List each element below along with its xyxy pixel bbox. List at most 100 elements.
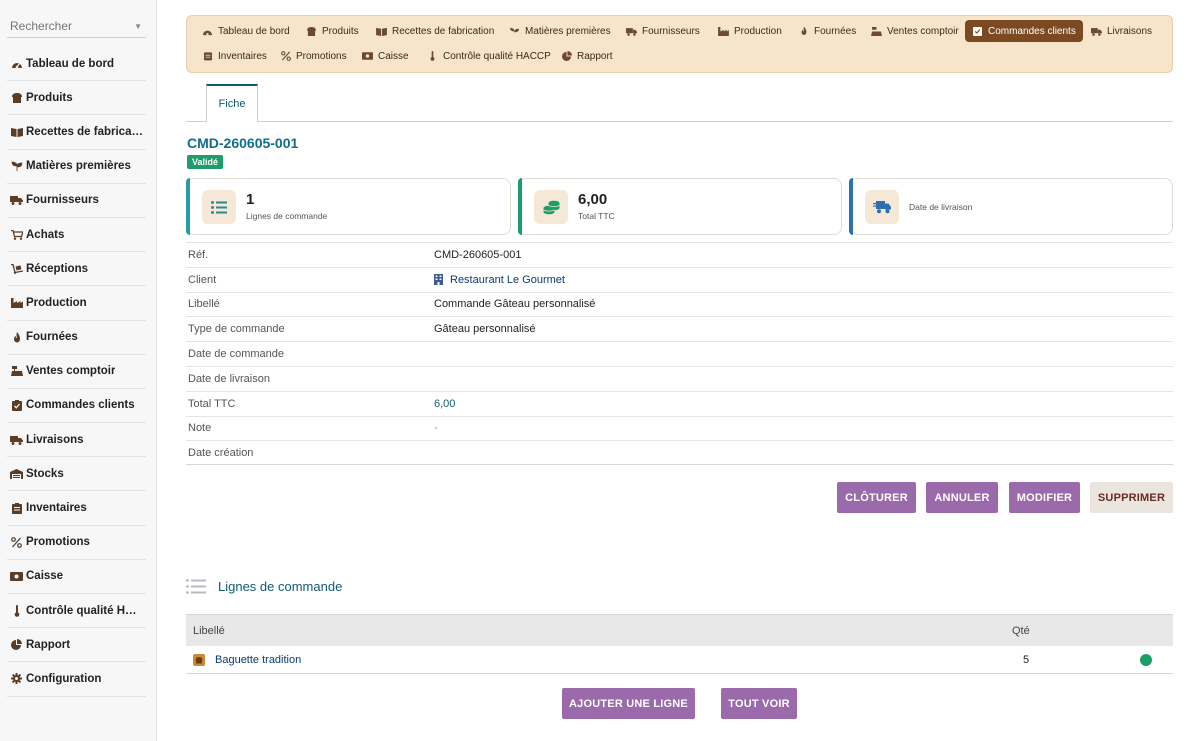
topnav-item-label: Ventes comptoir [887,25,959,37]
search-input[interactable] [10,19,125,33]
field-label: Date de commande [188,348,284,361]
line-product-link[interactable]: Baguette tradition [215,654,301,666]
sidebar-item-production[interactable]: Production [7,286,146,321]
field-label: Date de livraison [188,372,270,385]
sidebar-item-controle-qualite[interactable]: Contrôle qualité HACCP [7,594,146,629]
sidebar-item-matieres-premieres[interactable]: Matières premières [7,150,146,184]
topnav-item-label: Livraisons [1107,25,1153,37]
sidebar-item-produits[interactable]: Produits [7,81,146,116]
column-header-libelle: Libellé [193,624,225,637]
clipboard-list-icon [202,51,213,61]
topnav-item-promotions[interactable]: Promotions [273,45,354,67]
topnav-item-produits[interactable]: Produits [299,20,366,42]
topnav-item-production[interactable]: Production [711,20,789,42]
sidebar-item-caisse[interactable]: Caisse [7,560,146,594]
sidebar-item-label: Commandes clients [26,399,135,412]
line-label-cell: Baguette tradition [186,653,1012,666]
gear-icon [10,673,23,685]
modifier-button[interactable]: MODIFIER [1009,482,1080,513]
chevron-down-icon[interactable]: ▼ [134,22,142,31]
client-link[interactable]: Restaurant Le Gourmet [434,274,565,286]
sidebar-item-fournisseurs[interactable]: Fournisseurs [7,184,146,218]
coins-icon [534,190,568,224]
field-row-date-livraison: Date de livraison [186,365,1173,391]
sidebar-item-commandes-clients[interactable]: Commandes clients [7,389,146,424]
topnav-item-commandes-clients[interactable]: Commandes clients [965,20,1083,42]
annuler-button[interactable]: ANNULER [926,482,998,513]
topnav-item-label: Caisse [378,50,409,62]
sidebar-item-achats[interactable]: Achats [7,218,146,253]
topnav-item-label: Commandes clients [988,25,1076,37]
sidebar-item-label: Fournées [26,331,78,344]
shipping-icon [1091,26,1102,36]
fire-icon [798,26,809,36]
building-icon [434,274,443,286]
sidebar-item-tableau-de-bord[interactable]: Tableau de bord [7,47,146,82]
sidebar-item-livraisons[interactable]: Livraisons [7,423,146,458]
field-row-type: Type de commande Gâteau personnalisé [186,316,1173,341]
pie-chart-icon [10,639,23,651]
list-icon [186,579,206,594]
search-field[interactable]: ▼ [7,14,146,38]
topnav-item-label: Recettes de fabrication [392,25,495,37]
sidebar-item-label: Stocks [26,467,64,480]
client-name[interactable]: Restaurant Le Gourmet [450,274,565,286]
topnav-item-ventes-comptoir[interactable]: Ventes comptoir [864,20,966,42]
topnav-item-fournisseurs[interactable]: Fournisseurs [619,20,707,42]
field-label: Client [188,273,217,286]
topnav-item-caisse[interactable]: Caisse [355,45,416,67]
sidebar-item-label: Contrôle qualité HACCP [26,604,144,617]
sidebar-item-inventaires[interactable]: Inventaires [7,491,146,526]
line-status-dot [1140,653,1152,666]
table-row[interactable]: Baguette tradition 5 [186,646,1173,674]
stat-card-livraison: Date de livraison [849,178,1173,235]
topnav-item-inventaires[interactable]: Inventaires [195,45,274,67]
topnav-item-rapport[interactable]: Rapport [554,45,620,67]
topnav-item-fournees[interactable]: Fournées [791,20,863,42]
industry-icon [718,26,729,36]
field-row-total: Total TTC 6,00 [186,390,1173,416]
sidebar-item-fournees[interactable]: Fournées [7,321,146,355]
supprimer-button[interactable]: SUPPRIMER [1090,482,1173,513]
sidebar-item-label: Ventes comptoir [26,365,116,378]
add-line-button[interactable]: AJOUTER UNE LIGNE [562,688,695,719]
see-all-button[interactable]: TOUT VOIR [721,688,797,719]
sidebar-item-label: Achats [26,228,65,241]
topnav-item-matieres-premieres[interactable]: Matières premières [502,20,618,42]
sidebar-menu: Tableau de bord Produits Recettes de fab… [7,47,146,697]
tab-fiche[interactable]: Fiche [206,84,258,122]
sidebar-item-label: Tableau de bord [26,57,114,70]
stat-card-total: 6,00 Total TTC [518,178,842,235]
cash-register-icon [871,26,882,36]
seedling-icon [509,26,520,36]
money-icon [10,570,23,582]
topnav-item-label: Produits [322,25,359,37]
thermometer-icon [10,604,23,617]
sidebar-item-ventes-comptoir[interactable]: Ventes comptoir [7,355,146,389]
book-icon [10,126,23,138]
cloturer-button[interactable]: CLÔTURER [837,482,916,513]
sidebar-item-stocks[interactable]: Stocks [7,457,146,492]
sidebar-item-receptions[interactable]: Réceptions [7,252,146,287]
sidebar-item-rapport[interactable]: Rapport [7,628,146,663]
bread-icon [10,92,23,104]
percent-icon [10,536,23,548]
topnav-item-recettes[interactable]: Recettes de fabrication [369,20,501,42]
sidebar-item-recettes[interactable]: Recettes de fabrication [7,115,146,150]
sidebar-item-promotions[interactable]: Promotions [7,526,146,560]
sidebar-item-label: Livraisons [26,433,84,446]
topnav-item-label: Fournées [814,25,857,37]
sidebar-item-configuration[interactable]: Configuration [7,662,146,697]
truck-icon [10,194,23,206]
lines-section-header: Lignes de commande [186,575,342,597]
topnav-item-livraisons[interactable]: Livraisons [1084,20,1159,42]
top-navigation: Tableau de bord Produits Recettes de fab… [186,15,1173,73]
clipboard-list-icon [10,502,23,514]
card-accent-bar [849,178,853,235]
lines-table: Libellé Qté Baguette tradition 5 [186,614,1173,674]
field-label: Libellé [188,298,220,311]
topnav-item-controle-qualite[interactable]: Contrôle qualité HACCP [420,45,558,67]
list-icon [202,190,236,224]
stat-card-lignes: 1 Lignes de commande [186,178,511,235]
topnav-item-tableau-de-bord[interactable]: Tableau de bord [195,20,297,42]
